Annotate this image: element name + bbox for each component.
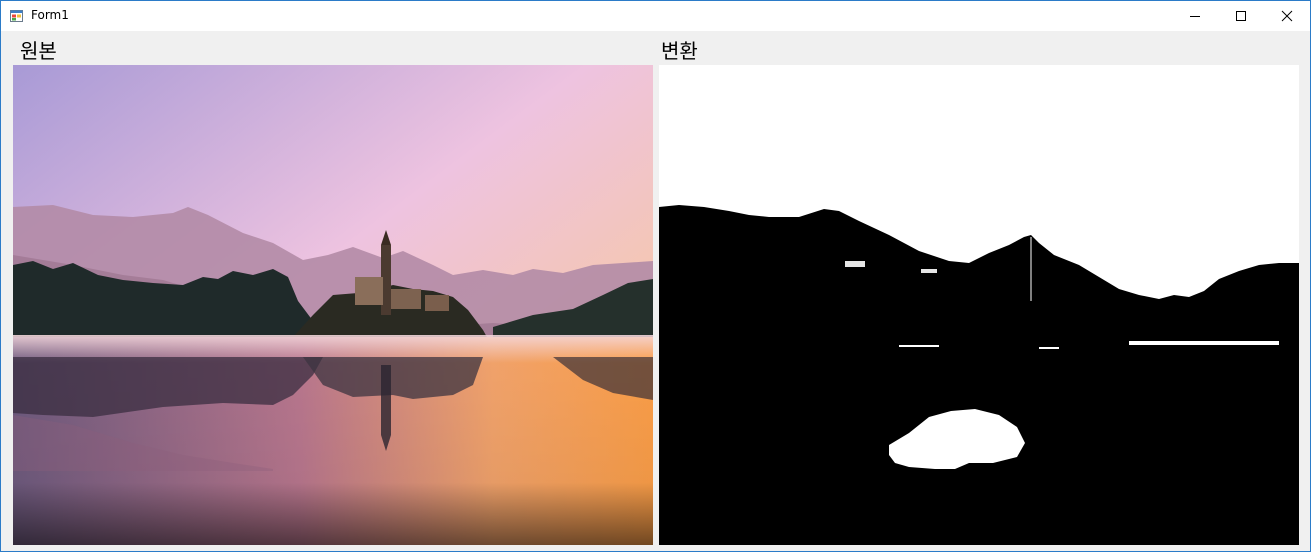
form-client-area: 원본 변환 xyxy=(1,31,1310,551)
winforms-app-icon xyxy=(10,10,23,22)
close-button[interactable] xyxy=(1264,1,1310,31)
original-picturebox xyxy=(13,65,653,545)
maximize-button[interactable] xyxy=(1218,1,1264,31)
minimize-button[interactable] xyxy=(1172,1,1218,31)
original-lake-photo xyxy=(13,65,653,545)
original-label: 원본 xyxy=(20,39,57,63)
app-window: Form1 원본 변환 xyxy=(0,0,1311,552)
window-title: Form1 xyxy=(31,8,69,22)
converted-label: 변환 xyxy=(661,39,698,63)
close-icon xyxy=(1281,10,1293,22)
converted-binary-image xyxy=(659,65,1299,545)
minimize-icon xyxy=(1190,16,1200,17)
title-bar[interactable]: Form1 xyxy=(1,1,1310,31)
converted-picturebox xyxy=(659,65,1299,545)
maximize-icon xyxy=(1236,11,1246,21)
